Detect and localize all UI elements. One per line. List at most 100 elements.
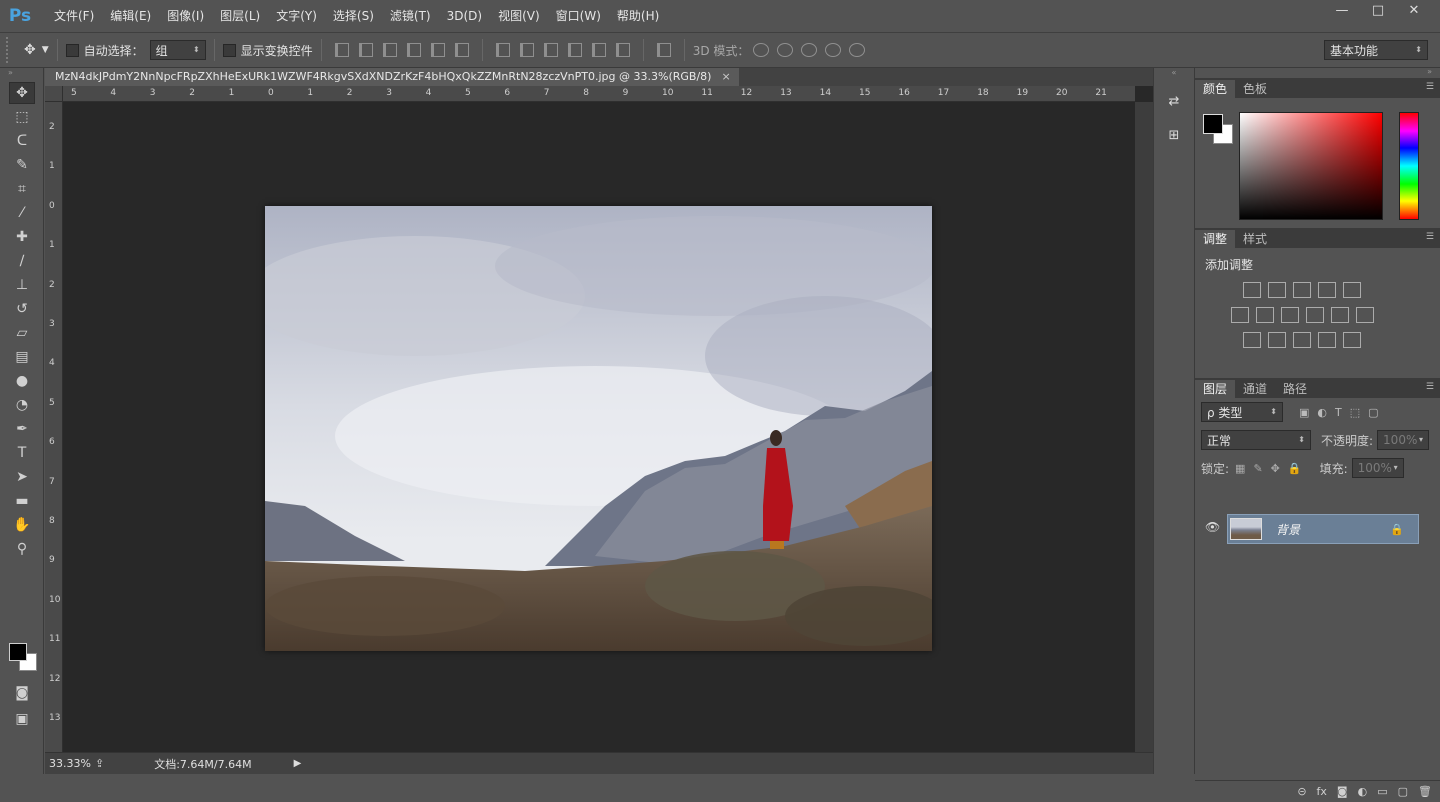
delete-layer-icon[interactable]: 🗑 xyxy=(1418,785,1432,798)
color-lookup-icon[interactable] xyxy=(1356,307,1374,323)
close-tab-icon[interactable]: × xyxy=(721,68,730,86)
healing-brush-icon[interactable]: ✚ xyxy=(9,226,35,248)
channel-mixer-icon[interactable] xyxy=(1331,307,1349,323)
menu-layer[interactable]: 图层(L) xyxy=(212,0,268,32)
align-left-icon[interactable] xyxy=(406,43,421,57)
opacity-input[interactable]: 100% ▾ xyxy=(1377,430,1430,450)
auto-select-dropdown[interactable]: 组 ⬍ xyxy=(149,40,206,60)
status-menu-arrow[interactable]: ▶ xyxy=(294,758,302,769)
properties-panel-icon[interactable]: ⊞ xyxy=(1161,122,1187,148)
menu-type[interactable]: 文字(Y) xyxy=(268,0,325,32)
invert-icon[interactable] xyxy=(1243,332,1261,348)
move-tool-icon[interactable]: ✥ xyxy=(9,82,35,104)
panel-menu-icon[interactable]: ☰ xyxy=(1426,382,1434,392)
shape-tool-icon[interactable]: ▬ xyxy=(9,490,35,512)
roll-3d-icon[interactable] xyxy=(777,43,794,57)
new-layer-icon[interactable]: ▢ xyxy=(1398,785,1408,798)
brush-tool-icon[interactable]: ∕ xyxy=(9,250,35,272)
exposure-icon[interactable] xyxy=(1318,282,1336,298)
align-vcenter-icon[interactable] xyxy=(358,43,373,57)
show-transform-checkbox[interactable]: 显示变换控件 xyxy=(222,42,313,59)
workspace-dropdown[interactable]: 基本功能 ⬍ xyxy=(1324,40,1428,60)
photo-filter-icon[interactable] xyxy=(1306,307,1324,323)
black-white-icon[interactable] xyxy=(1281,307,1299,323)
fx-icon[interactable]: fx xyxy=(1317,785,1327,798)
canvas-area[interactable] xyxy=(63,103,1135,753)
menu-help[interactable]: 帮助(H) xyxy=(609,0,667,32)
distribute-left-icon[interactable] xyxy=(567,43,582,57)
eraser-icon[interactable]: ▱ xyxy=(9,322,35,344)
menu-image[interactable]: 图像(I) xyxy=(159,0,212,32)
eyedropper-icon[interactable]: ⁄ xyxy=(9,202,35,224)
distribute-right-icon[interactable] xyxy=(615,43,630,57)
vertical-scrollbar[interactable] xyxy=(1135,102,1153,752)
path-select-icon[interactable]: ➤ xyxy=(9,466,35,488)
stamp-tool-icon[interactable]: ⊥ xyxy=(9,274,35,296)
align-right-icon[interactable] xyxy=(454,43,469,57)
align-bottom-icon[interactable] xyxy=(382,43,397,57)
tab-layers[interactable]: 图层 xyxy=(1195,380,1236,398)
hue-sat-icon[interactable] xyxy=(1231,307,1249,323)
tab-swatches[interactable]: 色板 xyxy=(1235,80,1275,98)
lasso-tool-icon[interactable]: ᑕ xyxy=(9,130,35,152)
color-balance-icon[interactable] xyxy=(1256,307,1274,323)
hand-tool-icon[interactable]: ✋ xyxy=(9,514,35,536)
link-layers-icon[interactable]: ⊝ xyxy=(1297,785,1306,798)
menu-select[interactable]: 选择(S) xyxy=(325,0,382,32)
menu-file[interactable]: 文件(F) xyxy=(46,0,102,32)
vertical-ruler[interactable]: 2 1 0 1 2 3 4 5 6 7 8 9 10 11 12 13 xyxy=(45,102,63,752)
layer-row-background[interactable]: 背景 🔒 xyxy=(1227,514,1419,544)
adjustment-layer-icon[interactable]: ◐ xyxy=(1358,785,1368,798)
menu-window[interactable]: 窗口(W) xyxy=(548,0,609,32)
menu-edit[interactable]: 编辑(E) xyxy=(102,0,159,32)
layer-name[interactable]: 背景 xyxy=(1276,521,1300,538)
threshold-icon[interactable] xyxy=(1293,332,1311,348)
auto-align-icon[interactable] xyxy=(656,43,671,57)
blur-icon[interactable]: ● xyxy=(9,370,35,392)
quick-select-icon[interactable]: ✎ xyxy=(9,154,35,176)
color-swatches[interactable] xyxy=(9,643,39,673)
color-field[interactable] xyxy=(1239,112,1383,220)
filter-type-icons[interactable]: ▣◐T⬚▢ xyxy=(1299,406,1387,419)
gradient-icon[interactable]: ▤ xyxy=(9,346,35,368)
distribute-vcenter-icon[interactable] xyxy=(519,43,534,57)
tab-paths[interactable]: 路径 xyxy=(1275,380,1315,398)
new-group-icon[interactable]: ▭ xyxy=(1377,785,1387,798)
slide-3d-icon[interactable] xyxy=(825,43,842,57)
align-hcenter-icon[interactable] xyxy=(430,43,445,57)
collapse-icon[interactable]: « xyxy=(1154,68,1194,80)
tool-preset-picker[interactable]: ✥ ▼ xyxy=(24,42,49,58)
menu-3d[interactable]: 3D(D) xyxy=(439,0,490,32)
history-brush-icon[interactable]: ↺ xyxy=(9,298,35,320)
checkbox-box[interactable] xyxy=(222,43,236,57)
curves-icon[interactable] xyxy=(1293,282,1311,298)
tab-channels[interactable]: 通道 xyxy=(1235,380,1275,398)
quick-mask-icon[interactable]: ◙ xyxy=(9,682,35,704)
screen-mode-icon[interactable]: ▣ xyxy=(9,708,35,730)
menu-filter[interactable]: 滤镜(T) xyxy=(382,0,439,32)
type-tool-icon[interactable]: T xyxy=(9,442,35,464)
horizontal-ruler[interactable]: 5 4 3 2 1 0 1 2 3 4 5 6 7 8 9 10 11 12 13 14 15 16 17 18 19 20 21 xyxy=(63,86,1135,102)
foreground-color[interactable] xyxy=(9,643,27,661)
lock-icons[interactable]: ▦✎✥🔒 xyxy=(1235,462,1310,475)
checkbox-box[interactable] xyxy=(65,43,79,57)
pan-3d-icon[interactable] xyxy=(801,43,818,57)
crop-tool-icon[interactable]: ⌗ xyxy=(9,178,35,200)
ruler-origin[interactable] xyxy=(45,86,63,102)
brightness-icon[interactable] xyxy=(1243,282,1261,298)
distribute-hcenter-icon[interactable] xyxy=(591,43,606,57)
document-image[interactable] xyxy=(265,206,932,651)
blend-mode-dropdown[interactable]: 正常 ⬍ xyxy=(1201,430,1311,450)
fill-input[interactable]: 100% ▾ xyxy=(1351,458,1404,478)
close-button[interactable]: ✕ xyxy=(1396,0,1432,20)
tab-adjustments[interactable]: 调整 xyxy=(1195,230,1236,248)
menu-view[interactable]: 视图(V) xyxy=(490,0,548,32)
rotate-3d-icon[interactable] xyxy=(753,43,770,57)
hue-slider[interactable] xyxy=(1399,112,1419,220)
share-icon[interactable]: ⇪ xyxy=(95,757,104,770)
document-tab[interactable]: MzN4dkJPdmY2NnNpcFRpZXhHeExURk1WZWF4Rkgv… xyxy=(45,68,739,86)
collapse-icon[interactable]: » xyxy=(1195,68,1440,78)
pen-tool-icon[interactable]: ✒ xyxy=(9,418,35,440)
distribute-top-icon[interactable] xyxy=(495,43,510,57)
scale-3d-icon[interactable] xyxy=(849,43,866,57)
